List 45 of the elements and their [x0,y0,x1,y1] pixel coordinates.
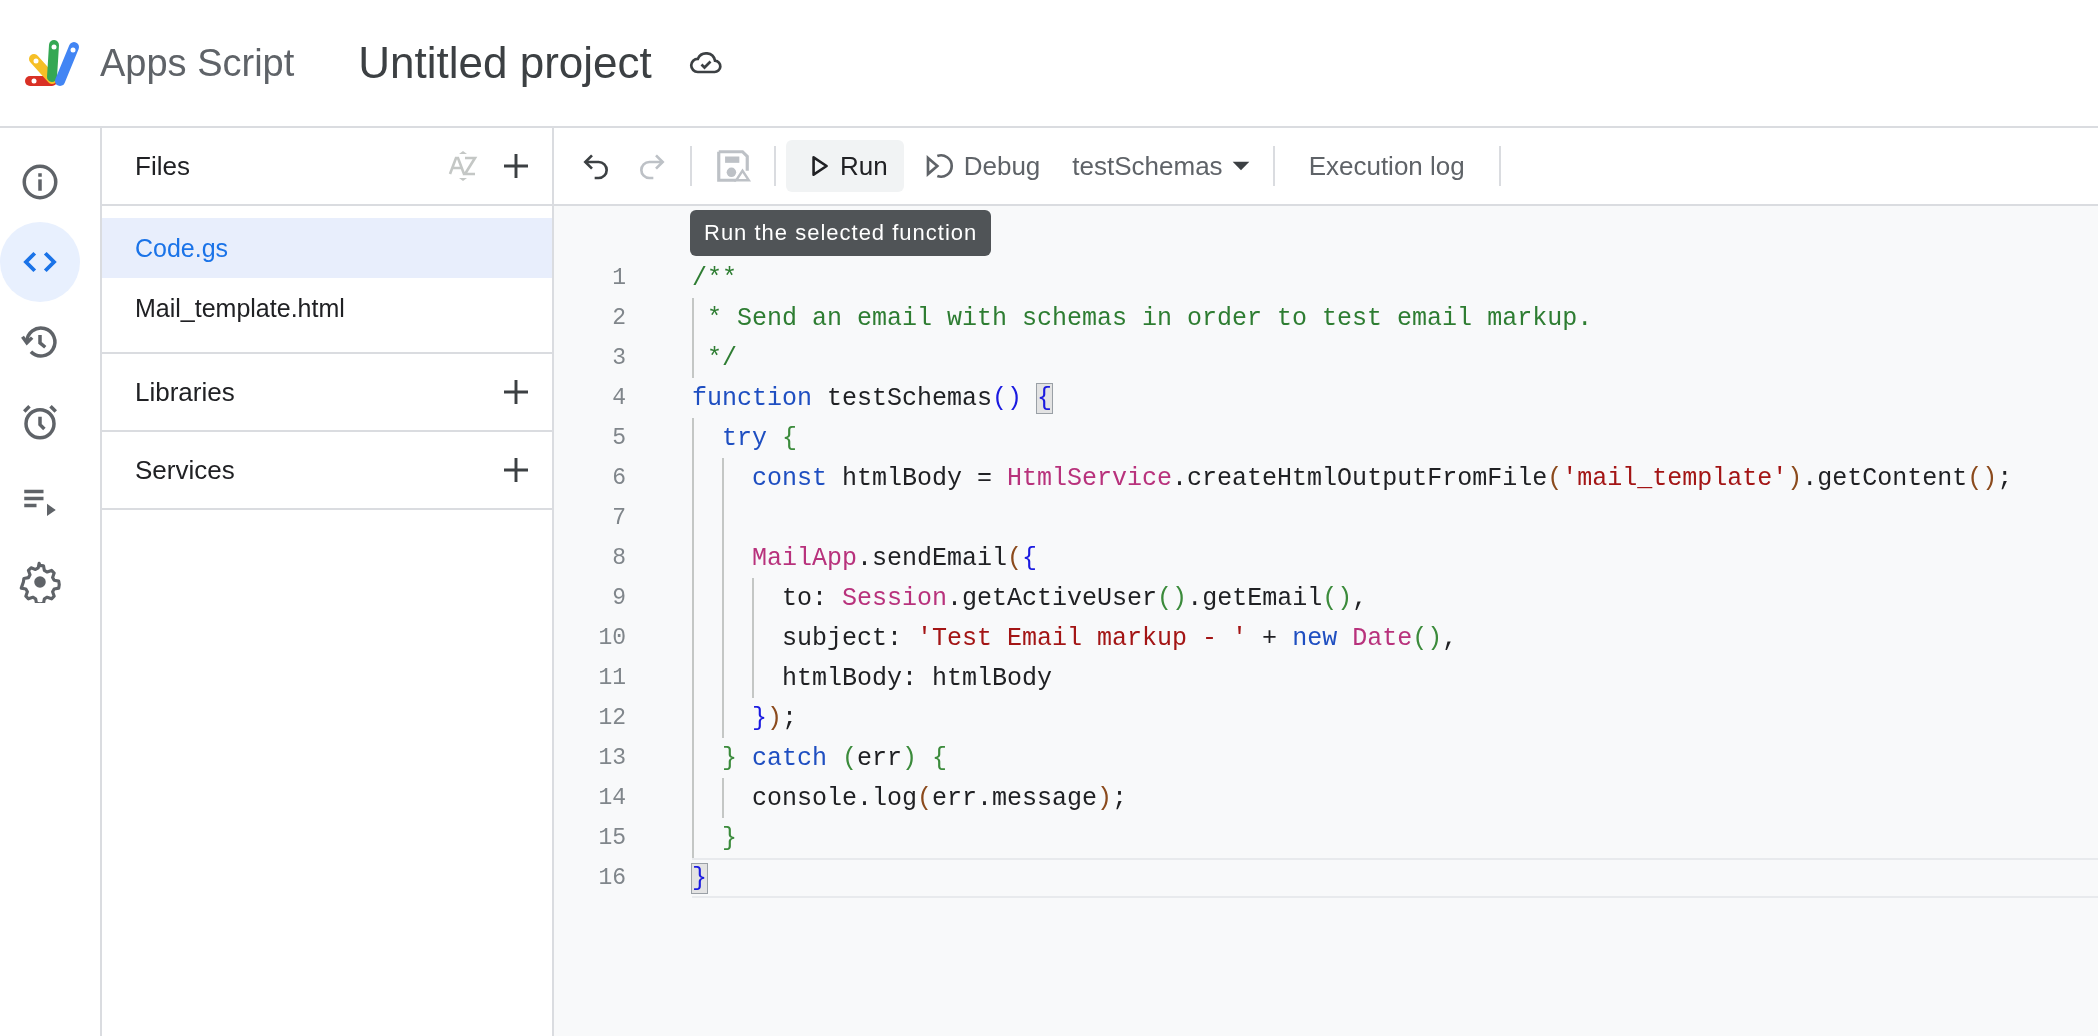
file-item[interactable]: Mail_template.html [102,278,552,338]
code-line: function testSchemas() { [692,383,1053,413]
function-dropdown[interactable]: testSchemas [1060,140,1263,192]
code-line: } catch (err) { [721,743,948,773]
debug-button[interactable]: Debug [911,140,1053,192]
code-line: /** [692,263,737,293]
line-number: 4 [611,385,626,411]
files-heading: Files [135,150,191,182]
line-number: 10 [597,625,626,651]
code-line: } [721,823,737,853]
line-number: 2 [611,305,626,331]
code-line: }); [751,703,798,733]
line-number: 7 [611,505,626,531]
execution-log-button[interactable]: Execution log [1296,140,1477,192]
line-number: 6 [611,465,626,491]
app-name: Apps Script [100,41,295,85]
line-number: 5 [611,425,626,451]
code-line: try { [721,423,798,453]
tooltip: Run the selected function [690,210,992,256]
line-number: 15 [597,825,626,851]
code-line: console.log(err.message); [751,783,1128,813]
caret-icon [1230,160,1251,172]
code-line: const htmlBody = HtmlService.createHtmlOutputFromFile('mail_template').getContent(); [751,463,2013,493]
settings-icon [19,561,61,603]
line-number: 16 [597,865,626,891]
line-number: 13 [597,745,626,771]
line-number: 1 [611,265,626,291]
line-number: 8 [611,545,626,571]
file-item[interactable]: Code.gs [102,218,552,278]
code-line: to: Session.getActiveUser().getEmail(), [781,583,1368,613]
save-drive-icon [714,147,752,185]
section-heading: Services [135,454,236,486]
line-number: 14 [597,785,626,811]
line-number: 12 [597,705,626,731]
code-line: */ [706,343,737,373]
project-title[interactable]: Untitled project [358,38,652,88]
code-line: subject: 'Test Email markup - ' + new Date(), [781,623,1458,653]
code-line: htmlBody: htmlBody [781,663,1053,693]
code-line: * Send an email with schemas in order to test email markup. [706,303,1593,333]
line-number: 3 [611,345,626,371]
section-heading: Libraries [135,376,236,408]
code-line: MailApp.sendEmail({ [751,543,1038,573]
run-button[interactable]: Run [786,140,904,192]
line-number: 11 [597,665,626,691]
line-number: 9 [611,585,626,611]
